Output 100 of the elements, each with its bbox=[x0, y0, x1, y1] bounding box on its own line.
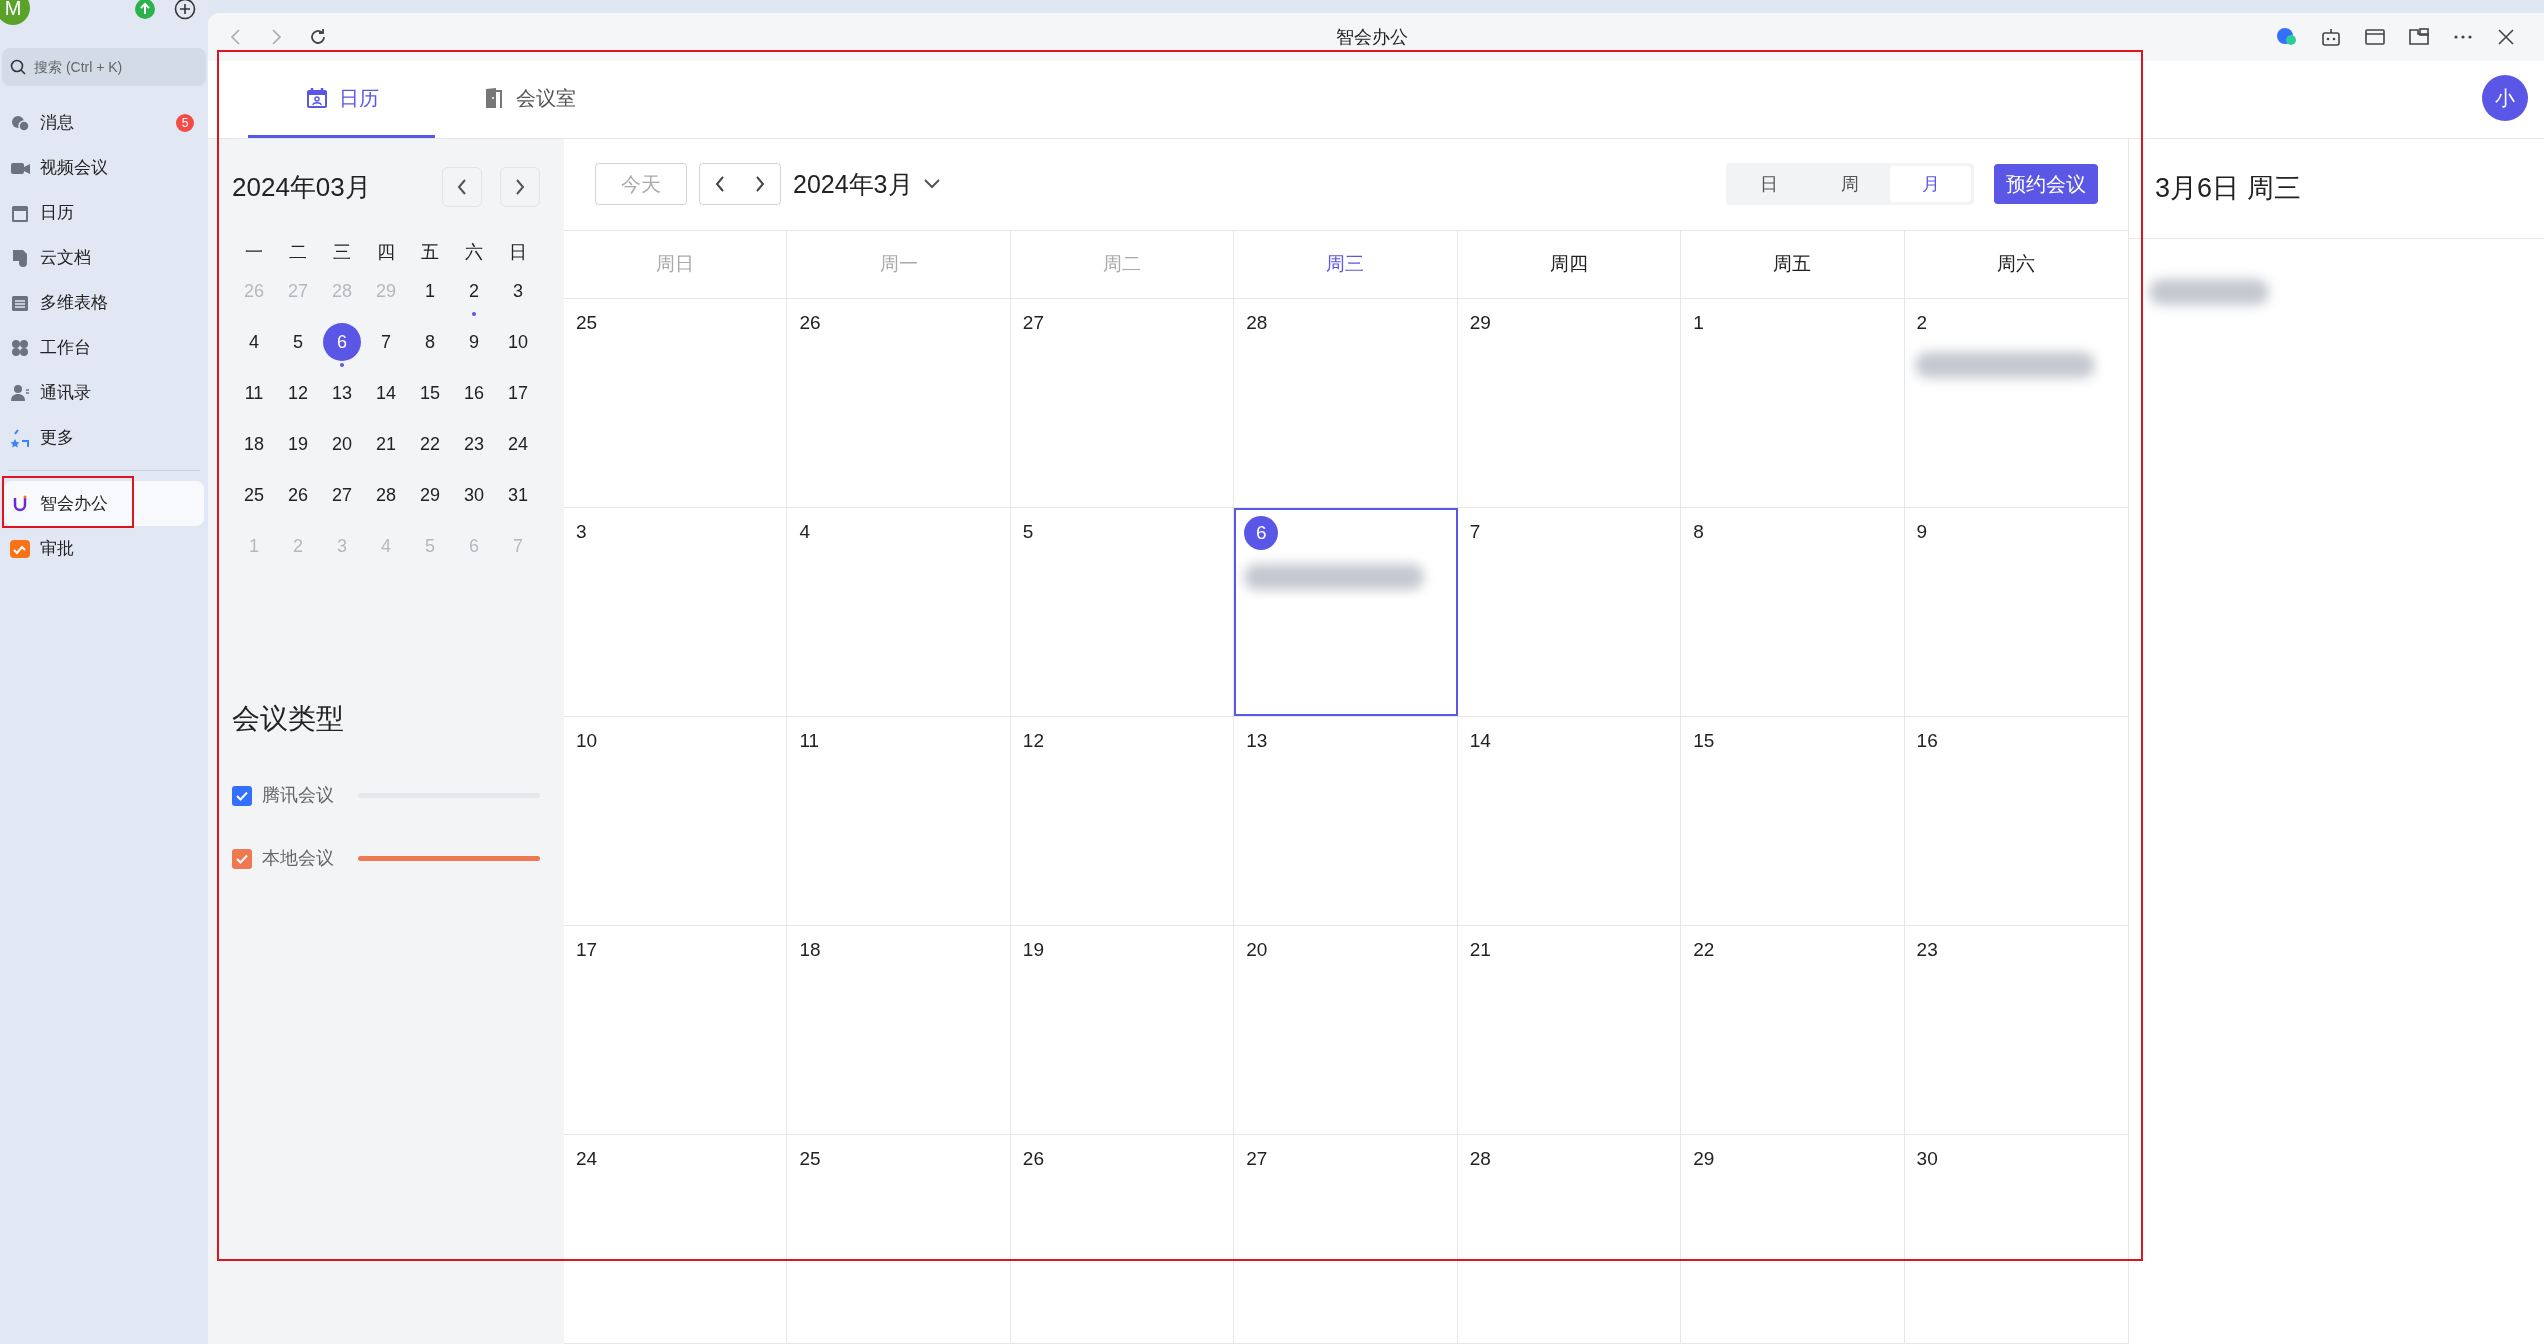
sidebar-item[interactable]: 云文档 bbox=[4, 235, 204, 280]
day-cell[interactable]: 26 bbox=[787, 299, 1011, 507]
sidebar-item[interactable]: 工作台 bbox=[4, 325, 204, 370]
day-cell[interactable]: 13 bbox=[1234, 717, 1458, 925]
day-cell[interactable]: 27 bbox=[1010, 299, 1235, 507]
date-cell[interactable]: 13 bbox=[323, 374, 361, 412]
day-cell[interactable]: 7 bbox=[1457, 508, 1682, 716]
day-cell[interactable]: 10 bbox=[564, 717, 788, 925]
day-cell[interactable]: 15 bbox=[1681, 717, 1905, 925]
date-cell[interactable]: 9 bbox=[455, 323, 493, 361]
date-cell[interactable]: 10 bbox=[499, 323, 537, 361]
date-cell[interactable]: 21 bbox=[367, 425, 405, 463]
date-cell[interactable]: 3 bbox=[499, 272, 537, 310]
view-tab[interactable]: 周 bbox=[1809, 166, 1891, 203]
day-cell[interactable]: 5 bbox=[1010, 508, 1235, 716]
date-cell[interactable]: 16 bbox=[455, 374, 493, 412]
sidebar-item[interactable]: 通讯录 bbox=[4, 370, 204, 415]
day-cell[interactable]: 16 bbox=[1904, 717, 2128, 925]
previous-month-button[interactable] bbox=[442, 167, 482, 207]
date-cell[interactable]: 27 bbox=[323, 476, 361, 514]
day-cell[interactable]: 30 bbox=[1904, 1135, 2128, 1343]
day-cell[interactable]: 25 bbox=[564, 299, 788, 507]
day-cell[interactable]: 17 bbox=[564, 926, 788, 1134]
day-cell[interactable]: 4 bbox=[787, 508, 1011, 716]
checkbox[interactable] bbox=[232, 848, 252, 869]
close-icon[interactable] bbox=[2496, 27, 2516, 47]
day-cell[interactable]: 29 bbox=[1457, 299, 1682, 507]
day-cell[interactable]: 3 bbox=[564, 508, 788, 716]
tab[interactable]: 会议室 bbox=[435, 60, 622, 138]
date-cell[interactable]: 1 bbox=[411, 272, 449, 310]
date-cell[interactable]: 26 bbox=[279, 476, 317, 514]
day-cell[interactable]: 24 bbox=[564, 1135, 788, 1343]
date-cell[interactable]: 5 bbox=[279, 323, 317, 361]
day-cell[interactable]: 9 bbox=[1904, 508, 2128, 716]
date-cell[interactable]: 7 bbox=[367, 323, 405, 361]
window-icon[interactable] bbox=[2364, 26, 2386, 48]
view-tab[interactable]: 日 bbox=[1729, 166, 1810, 203]
checkbox[interactable] bbox=[232, 785, 252, 806]
day-cell[interactable]: 12 bbox=[1010, 717, 1235, 925]
date-cell[interactable]: 29 bbox=[411, 476, 449, 514]
date-cell[interactable]: 11 bbox=[235, 374, 273, 412]
day-cell[interactable]: 28 bbox=[1457, 1135, 1682, 1343]
day-cell[interactable]: 1 bbox=[1681, 299, 1905, 507]
chevron-left-icon[interactable] bbox=[714, 175, 726, 194]
refresh-icon[interactable] bbox=[308, 27, 328, 47]
sidebar-item[interactable]: 视频会议 bbox=[4, 145, 204, 190]
day-cell[interactable]: 19 bbox=[1010, 926, 1235, 1134]
weekday-header: 周三 bbox=[1326, 252, 1365, 277]
day-cell[interactable]: 26 bbox=[1010, 1135, 1235, 1343]
sidebar-item[interactable]: 更多 bbox=[4, 415, 204, 460]
day-cell[interactable]: 27 bbox=[1234, 1135, 1458, 1343]
day-number: 15 bbox=[1693, 730, 1715, 751]
day-cell[interactable]: 28 bbox=[1234, 299, 1458, 507]
day-cell[interactable]: 8 bbox=[1681, 508, 1905, 716]
date-cell[interactable]: 14 bbox=[367, 374, 405, 412]
split-window-icon[interactable] bbox=[2408, 26, 2430, 48]
date-cell[interactable]: 6 bbox=[323, 323, 361, 361]
checkbox-label: 本地会议 bbox=[261, 847, 335, 870]
day-cell[interactable]: 11 bbox=[787, 717, 1011, 925]
book-meeting-button[interactable]: 预约会议 bbox=[1994, 164, 2098, 205]
day-cell[interactable]: 2 bbox=[1904, 299, 2128, 507]
day-cell[interactable]: 6 bbox=[1234, 508, 1458, 716]
chevron-right-icon[interactable] bbox=[754, 175, 766, 194]
day-cell[interactable]: 14 bbox=[1457, 717, 1682, 925]
date-cell[interactable]: 25 bbox=[235, 476, 273, 514]
date-cell[interactable]: 20 bbox=[323, 425, 361, 463]
date-cell[interactable]: 19 bbox=[279, 425, 317, 463]
day-cell[interactable]: 20 bbox=[1234, 926, 1458, 1134]
upload-icon[interactable] bbox=[134, 0, 156, 20]
view-tab[interactable]: 月 bbox=[1890, 166, 1971, 203]
date-cell[interactable]: 31 bbox=[499, 476, 537, 514]
day-cell[interactable]: 18 bbox=[787, 926, 1011, 1134]
day-cell[interactable]: 25 bbox=[787, 1135, 1011, 1343]
date-cell[interactable]: 15 bbox=[411, 374, 449, 412]
date-cell[interactable]: 30 bbox=[455, 476, 493, 514]
day-cell[interactable]: 23 bbox=[1904, 926, 2128, 1134]
sidebar-item[interactable]: 日历 bbox=[4, 190, 204, 235]
date-cell[interactable]: 8 bbox=[411, 323, 449, 361]
search-field[interactable]: 搜索 (Ctrl + K) bbox=[2, 48, 206, 86]
day-cell[interactable]: 22 bbox=[1681, 926, 1905, 1134]
date-cell[interactable]: 24 bbox=[499, 425, 537, 463]
sidebar-item[interactable]: 审批 bbox=[4, 526, 204, 571]
sidebar-item[interactable]: 消息 5 bbox=[4, 100, 204, 145]
add-icon[interactable] bbox=[174, 0, 196, 20]
sidebar-item[interactable]: 多维表格 bbox=[4, 280, 204, 325]
chat-bubble-icon[interactable] bbox=[2276, 27, 2298, 47]
day-cell[interactable]: 21 bbox=[1457, 926, 1682, 1134]
next-month-button[interactable] bbox=[500, 167, 540, 207]
date-cell[interactable]: 17 bbox=[499, 374, 537, 412]
date-cell[interactable]: 4 bbox=[235, 323, 273, 361]
day-cell[interactable]: 29 bbox=[1681, 1135, 1905, 1343]
user-avatar[interactable]: 小 bbox=[2482, 75, 2528, 121]
date-cell[interactable]: 12 bbox=[279, 374, 317, 412]
month-dropdown[interactable]: 2024年3月 bbox=[793, 165, 941, 204]
date-cell[interactable]: 2 bbox=[455, 272, 493, 310]
date-cell[interactable]: 18 bbox=[235, 425, 273, 463]
date-cell[interactable]: 28 bbox=[367, 476, 405, 514]
date-cell[interactable]: 22 bbox=[411, 425, 449, 463]
date-cell[interactable]: 23 bbox=[455, 425, 493, 463]
robot-icon[interactable] bbox=[2320, 26, 2342, 48]
